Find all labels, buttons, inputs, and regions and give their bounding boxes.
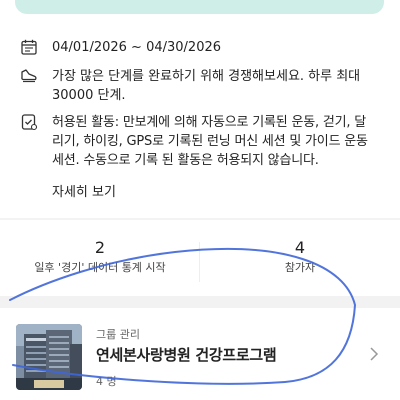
- days-until-stat: 2 일후 '경기' 데이터 통계 시작: [0, 236, 200, 276]
- group-name: 연세본사랑병원 건강프로그램: [96, 346, 277, 364]
- participants-label: 참가자: [284, 261, 316, 274]
- section-divider: [0, 296, 400, 308]
- checklist-icon: [21, 114, 38, 131]
- calendar-icon: [21, 39, 37, 55]
- date-range-row: 04/01/2026 ~ 04/30/2026: [20, 38, 221, 57]
- group-subtitle: 그룹 관리: [96, 328, 140, 341]
- participants-stat[interactable]: 4 참가자: [200, 236, 400, 276]
- days-until-value: 2: [94, 238, 106, 257]
- divider: [0, 218, 400, 220]
- allowed-activities-text: 허용된 활동: 만보계에 의해 자동으로 기록된 운동, 걷기, 달리기, 하이…: [52, 115, 368, 168]
- group-thumbnail: [16, 324, 82, 390]
- group-management-row[interactable]: 그룹 관리 연세본사랑병원 건강프로그램 4 명: [0, 312, 400, 400]
- see-more-link[interactable]: 자세히 보기: [52, 181, 116, 200]
- days-until-label: 일후 '경기' 데이터 통계 시작: [34, 261, 166, 274]
- top-banner: [15, 0, 384, 14]
- sneaker-icon: [21, 69, 37, 83]
- goal-text: 가장 많은 단계를 완료하기 위해 경쟁해보세요. 하루 최대 30000 단계…: [52, 69, 361, 103]
- allowed-activities-row: 허용된 활동: 만보계에 의해 자동으로 기록된 운동, 걷기, 달리기, 하이…: [20, 113, 372, 170]
- date-range-text: 04/01/2026 ~ 04/30/2026: [52, 40, 222, 55]
- stats-row: 2 일후 '경기' 데이터 통계 시작 4 참가자: [0, 236, 400, 284]
- goal-row: 가장 많은 단계를 완료하기 위해 경쟁해보세요. 하루 최대 30000 단계…: [20, 67, 372, 105]
- chevron-right-icon[interactable]: [366, 346, 382, 362]
- participants-value: 4: [294, 238, 306, 257]
- hospital-building-image: [16, 324, 82, 390]
- group-member-count: 4 명: [96, 375, 117, 388]
